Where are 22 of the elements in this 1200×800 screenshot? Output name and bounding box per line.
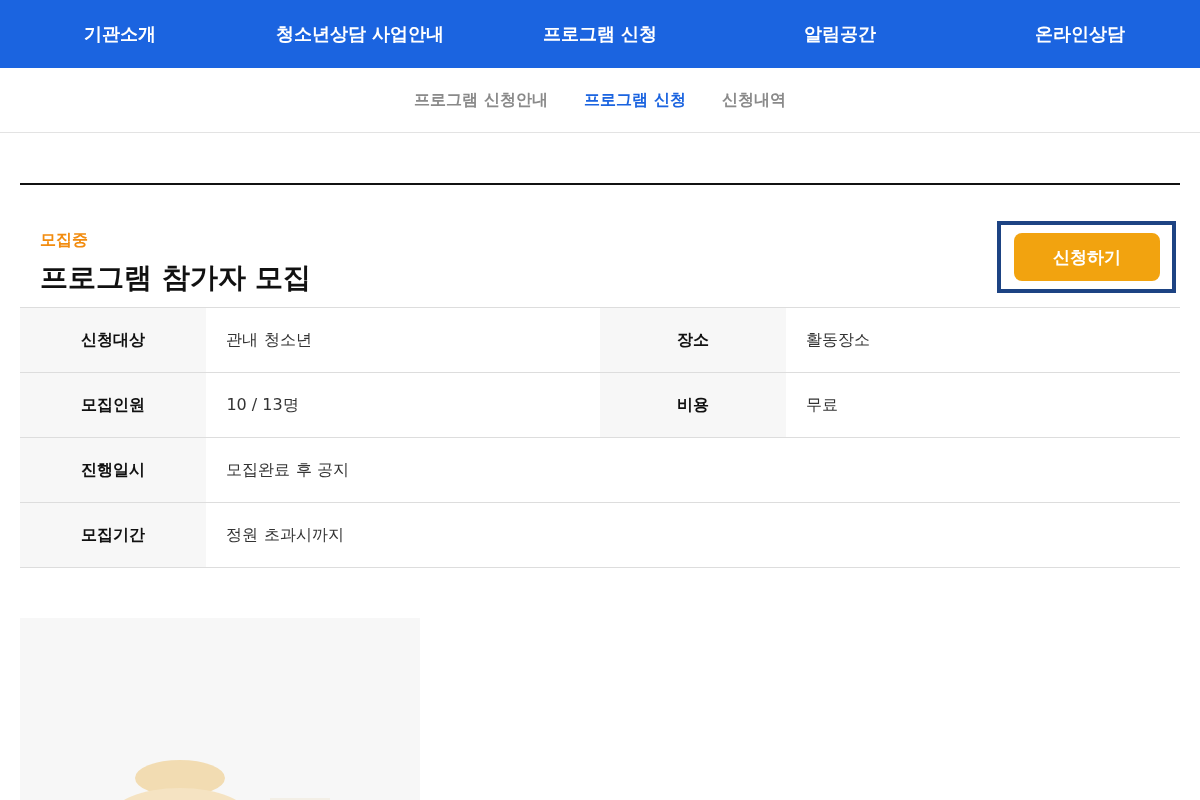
field-label: 비용 [600,372,787,438]
nav-link[interactable]: 프로그램 신청 [480,22,720,46]
nav-link[interactable]: 온라인상담 [960,22,1200,46]
program-title: 프로그램 참가자 모집 [40,259,312,296]
field-label: 장소 [600,307,787,373]
subnav-tab[interactable]: 프로그램 신청 [584,89,686,111]
field-value: 정원 초과시까지 [206,502,600,568]
field-label: 모집인원 [20,372,207,438]
subnav-tab[interactable]: 프로그램 신청안내 [414,89,548,111]
field-value: 모집완료 후 공지 [206,437,600,503]
status-label: 모집중 [40,229,89,251]
nav-link[interactable]: 청소년상담 사업안내 [240,22,480,46]
field-value: 10 / 13명 [206,372,600,438]
subnav-tab[interactable]: 신청내역 [721,89,786,111]
field-value: 관내 청소년 [206,307,600,373]
nav-link[interactable]: 기관소개 [0,22,240,46]
field-value: 활동장소 [786,307,1180,373]
field-label: 진행일시 [20,437,207,503]
field-value: 무료 [786,372,1180,438]
nav-link[interactable]: 알림공간 [720,22,960,46]
field-label: 모집기간 [20,502,207,568]
field-label: 신청대상 [20,307,207,373]
